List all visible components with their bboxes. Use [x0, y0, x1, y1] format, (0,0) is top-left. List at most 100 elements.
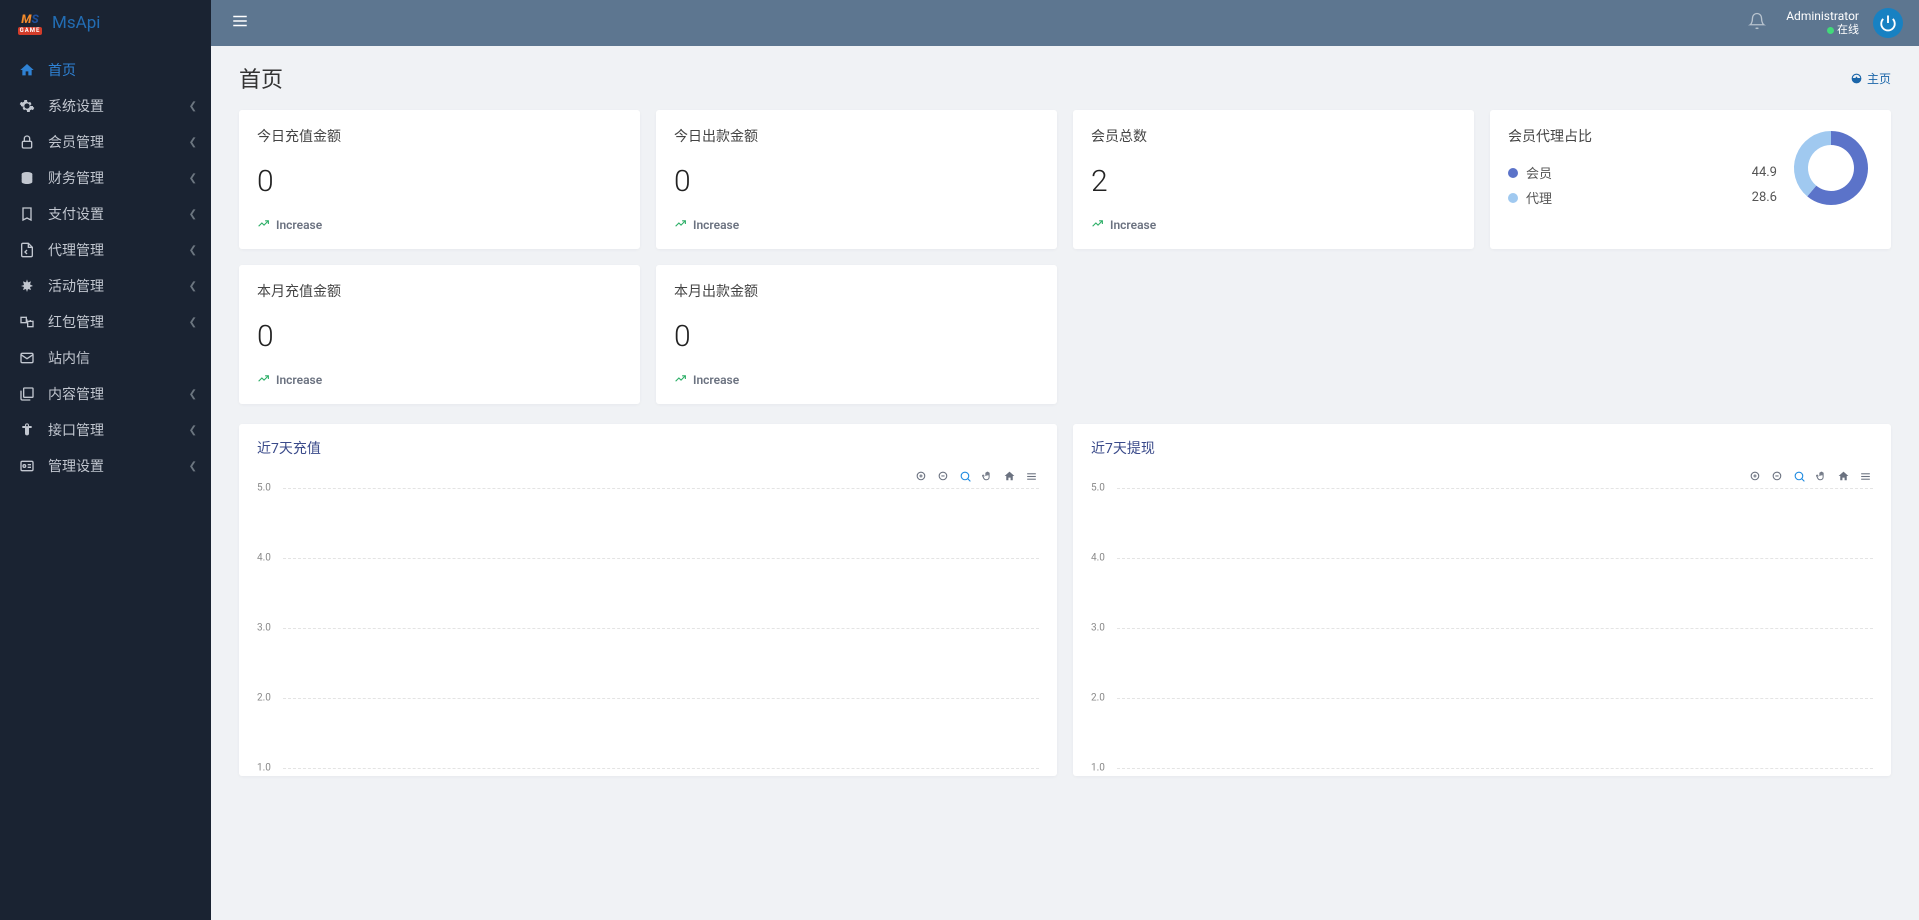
gridline — [1117, 768, 1873, 769]
chart-title: 近7天充值 — [257, 438, 1039, 458]
sidebar-item-label: 支付设置 — [48, 204, 189, 224]
legend-value: 44.9 — [1752, 165, 1777, 180]
activity-icon — [18, 277, 36, 295]
sidebar-item-home[interactable]: 首页 — [0, 52, 211, 88]
y-tick-label: 5.0 — [257, 483, 271, 494]
chart-tool-pan-icon[interactable] — [979, 468, 995, 484]
stat-title: 会员总数 — [1091, 126, 1456, 146]
stat-trend: Increase — [257, 217, 622, 233]
breadcrumb-home[interactable]: 主页 — [1850, 70, 1891, 87]
system-icon — [18, 97, 36, 115]
sidebar-item-content[interactable]: 内容管理❮ — [0, 376, 211, 412]
chart-tool-zoom-icon[interactable] — [1791, 468, 1807, 484]
chart-tool-zoom-icon[interactable] — [957, 468, 973, 484]
stat-value: 2 — [1091, 164, 1456, 199]
sidebar-item-admin[interactable]: 管理设置❮ — [0, 448, 211, 484]
api-icon — [18, 421, 36, 439]
chart-tool-menu-icon[interactable] — [1023, 468, 1039, 484]
stat-value: 0 — [674, 164, 1039, 199]
user-status: 在线 — [1827, 23, 1859, 37]
chart-body: 1.02.03.04.05.0 — [257, 488, 1039, 768]
agent-icon — [18, 241, 36, 259]
donut-card: 会员代理占比会员44.9代理28.6 — [1490, 110, 1891, 249]
chart-tool-pan-icon[interactable] — [1813, 468, 1829, 484]
sidebar-item-label: 代理管理 — [48, 240, 189, 260]
sidebar-item-label: 内容管理 — [48, 384, 189, 404]
redpacket-icon — [18, 313, 36, 331]
sidebar-item-finance[interactable]: 财务管理❮ — [0, 160, 211, 196]
chart-card-recharge7: 近7天充值 1.02.03.04.05.0 — [239, 424, 1057, 776]
chart-tool-zoom-in-icon[interactable] — [913, 468, 929, 484]
dashboard-icon — [1850, 72, 1863, 85]
user-info[interactable]: Administrator 在线 — [1778, 9, 1867, 37]
trend-up-icon — [1091, 217, 1104, 233]
sidebar-item-member[interactable]: 会员管理❮ — [0, 124, 211, 160]
stat-title: 今日充值金额 — [257, 126, 622, 146]
chevron-left-icon: ❮ — [189, 317, 197, 328]
chart-tool-zoom-out-icon[interactable] — [1769, 468, 1785, 484]
status-dot-icon — [1827, 27, 1834, 34]
nav: 首页系统设置❮会员管理❮财务管理❮支付设置❮代理管理❮活动管理❮红包管理❮站内信… — [0, 46, 211, 490]
gridline — [283, 558, 1039, 559]
sidebar-item-activity[interactable]: 活动管理❮ — [0, 268, 211, 304]
legend-label: 代理 — [1526, 188, 1752, 207]
legend-label: 会员 — [1526, 163, 1752, 182]
chevron-left-icon: ❮ — [189, 245, 197, 256]
chevron-left-icon: ❮ — [189, 101, 197, 112]
content-area: 首页 主页 今日充值金额0Increase今日出款金额0Increase会员总数… — [211, 46, 1919, 920]
charts-row: 近7天充值1.02.03.04.05.0近7天提现1.02.03.04.05.0 — [211, 424, 1919, 796]
sidebar-item-label: 管理设置 — [48, 456, 189, 476]
trend-up-icon — [674, 217, 687, 233]
trend-up-icon — [257, 372, 270, 388]
gridline — [283, 768, 1039, 769]
sidebar-item-redpacket[interactable]: 红包管理❮ — [0, 304, 211, 340]
chevron-left-icon: ❮ — [189, 389, 197, 400]
chart-tool-reset-icon[interactable] — [1835, 468, 1851, 484]
brand-logo-icon: MS GAME — [16, 11, 44, 35]
donut-legend-row: 代理28.6 — [1508, 185, 1777, 210]
stat-value: 0 — [257, 164, 622, 199]
sidebar-item-label: 财务管理 — [48, 168, 189, 188]
username-label: Administrator — [1786, 9, 1859, 23]
power-button[interactable] — [1873, 8, 1903, 38]
chart-toolbar — [257, 464, 1039, 488]
y-tick-label: 2.0 — [257, 693, 271, 704]
stat-card-month_recharge: 本月充值金额 0 Increase — [239, 265, 640, 404]
power-icon — [1879, 14, 1897, 32]
sidebar-item-agent[interactable]: 代理管理❮ — [0, 232, 211, 268]
y-tick-label: 4.0 — [257, 553, 271, 564]
menu-toggle-button[interactable] — [227, 8, 253, 38]
stat-grid: 今日充值金额0Increase今日出款金额0Increase会员总数2Incre… — [211, 102, 1919, 424]
chart-tool-zoom-out-icon[interactable] — [935, 468, 951, 484]
stat-title: 本月充值金额 — [257, 281, 622, 301]
chart-tool-menu-icon[interactable] — [1857, 468, 1873, 484]
trend-label: Increase — [693, 373, 739, 387]
sidebar-item-inbox[interactable]: 站内信 — [0, 340, 211, 376]
stat-value: 0 — [257, 319, 622, 354]
topbar: Administrator 在线 — [211, 0, 1919, 46]
stat-trend: Increase — [674, 217, 1039, 233]
chart-toolbar — [1091, 464, 1873, 488]
legend-value: 28.6 — [1752, 190, 1777, 205]
breadcrumb-label: 主页 — [1867, 70, 1891, 87]
sidebar-item-api[interactable]: 接口管理❮ — [0, 412, 211, 448]
stat-trend: Increase — [257, 372, 622, 388]
sidebar-item-payment[interactable]: 支付设置❮ — [0, 196, 211, 232]
brand[interactable]: MS GAME MsApi — [0, 0, 211, 46]
trend-up-icon — [257, 217, 270, 233]
y-tick-label: 1.0 — [257, 763, 271, 774]
y-tick-label: 5.0 — [1091, 483, 1105, 494]
chart-tool-reset-icon[interactable] — [1001, 468, 1017, 484]
gridline — [1117, 698, 1873, 699]
chart-tool-zoom-in-icon[interactable] — [1747, 468, 1763, 484]
sidebar-item-system[interactable]: 系统设置❮ — [0, 88, 211, 124]
stat-card-today_withdraw: 今日出款金额0Increase — [656, 110, 1057, 249]
y-tick-label: 1.0 — [1091, 763, 1105, 774]
inbox-icon — [18, 349, 36, 367]
stat-trend: Increase — [674, 372, 1039, 388]
gridline — [283, 628, 1039, 629]
gridline — [1117, 628, 1873, 629]
stat-card-member_total: 会员总数2Increase — [1073, 110, 1474, 249]
notifications-button[interactable] — [1736, 6, 1778, 40]
stat-card-today_recharge: 今日充值金额 0 Increase — [239, 110, 640, 249]
